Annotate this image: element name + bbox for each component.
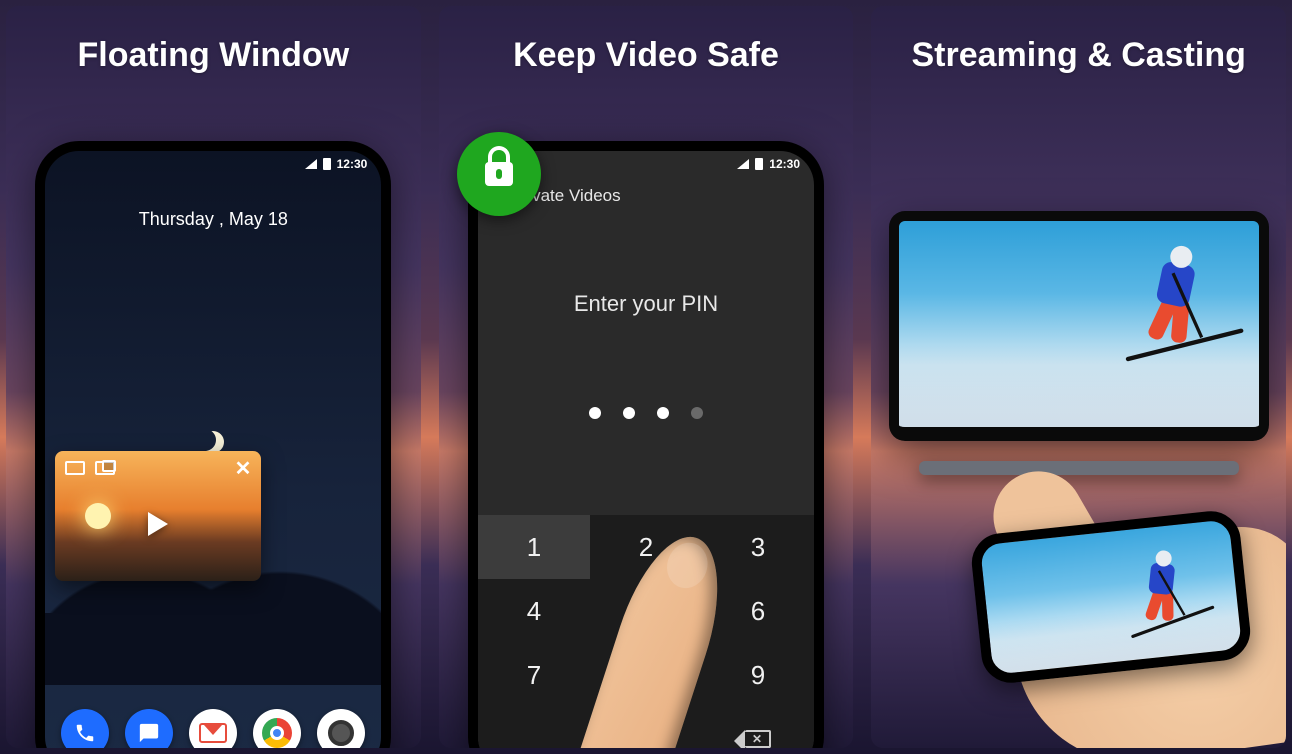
phone-app-icon[interactable] [61,709,109,748]
status-time: 12:30 [769,157,800,171]
tv-snow [899,345,1259,427]
phone-mock-home: 12:30 Thursday , May 18 ✕ [35,141,391,748]
key-empty [478,707,590,748]
key-7[interactable]: 7 [478,643,590,707]
pin-dots [478,407,814,419]
camera-app-icon[interactable] [317,709,365,748]
signal-icon [737,159,749,169]
pin-screen: 12:30 ‹ Private Videos Enter your PIN 1 … [478,151,814,748]
skier-graphic [1133,553,1196,630]
chrome-app-icon[interactable] [253,709,301,748]
key-6[interactable]: 6 [702,579,814,643]
status-time: 12:30 [337,157,368,171]
play-icon[interactable] [148,512,168,536]
pin-dot [657,407,669,419]
status-bar: 12:30 [45,151,381,177]
sunset-graphic [85,503,111,529]
held-phone [969,508,1253,685]
key-1[interactable]: 1 [478,515,590,579]
app-dock [45,709,381,748]
battery-icon [323,158,331,170]
close-icon[interactable]: ✕ [235,456,252,481]
key-9[interactable]: 9 [702,643,814,707]
panel-keep-video-safe: Keep Video Safe 12:30 ‹ Private Videos E… [439,6,854,748]
phone-mock-pin: 12:30 ‹ Private Videos Enter your PIN 1 … [468,141,824,748]
panel-streaming-casting: Streaming & Casting [871,6,1286,748]
pin-dot [691,407,703,419]
fullscreen-icon[interactable] [65,461,85,475]
home-screen: 12:30 Thursday , May 18 ✕ [45,151,381,748]
floating-video-window[interactable]: ✕ [55,451,261,581]
messages-app-icon[interactable] [125,709,173,748]
tv-mock [889,211,1269,441]
unlock-badge [457,132,541,216]
skier-graphic [1139,253,1216,352]
pin-dot [623,407,635,419]
gmail-app-icon[interactable] [189,709,237,748]
unlock-icon [485,162,513,186]
panel-title: Keep Video Safe [439,6,854,77]
tv-stand [919,461,1239,475]
moon-icon [202,431,224,453]
panel-title: Floating Window [6,6,421,77]
backspace-icon: ✕ [745,730,771,748]
battery-icon [755,158,763,170]
signal-icon [305,159,317,169]
key-backspace[interactable]: ✕ [702,707,814,748]
panel-floating-window: Floating Window 12:30 Thursday , May 18 … [6,6,421,748]
pin-dot [589,407,601,419]
floating-topbar: ✕ [55,451,261,485]
panel-title: Streaming & Casting [871,6,1286,77]
key-4[interactable]: 4 [478,579,590,643]
key-3[interactable]: 3 [702,515,814,579]
pip-icon[interactable] [95,461,115,475]
hand-holding-phone [896,478,1286,748]
pin-prompt: Enter your PIN [478,291,814,317]
